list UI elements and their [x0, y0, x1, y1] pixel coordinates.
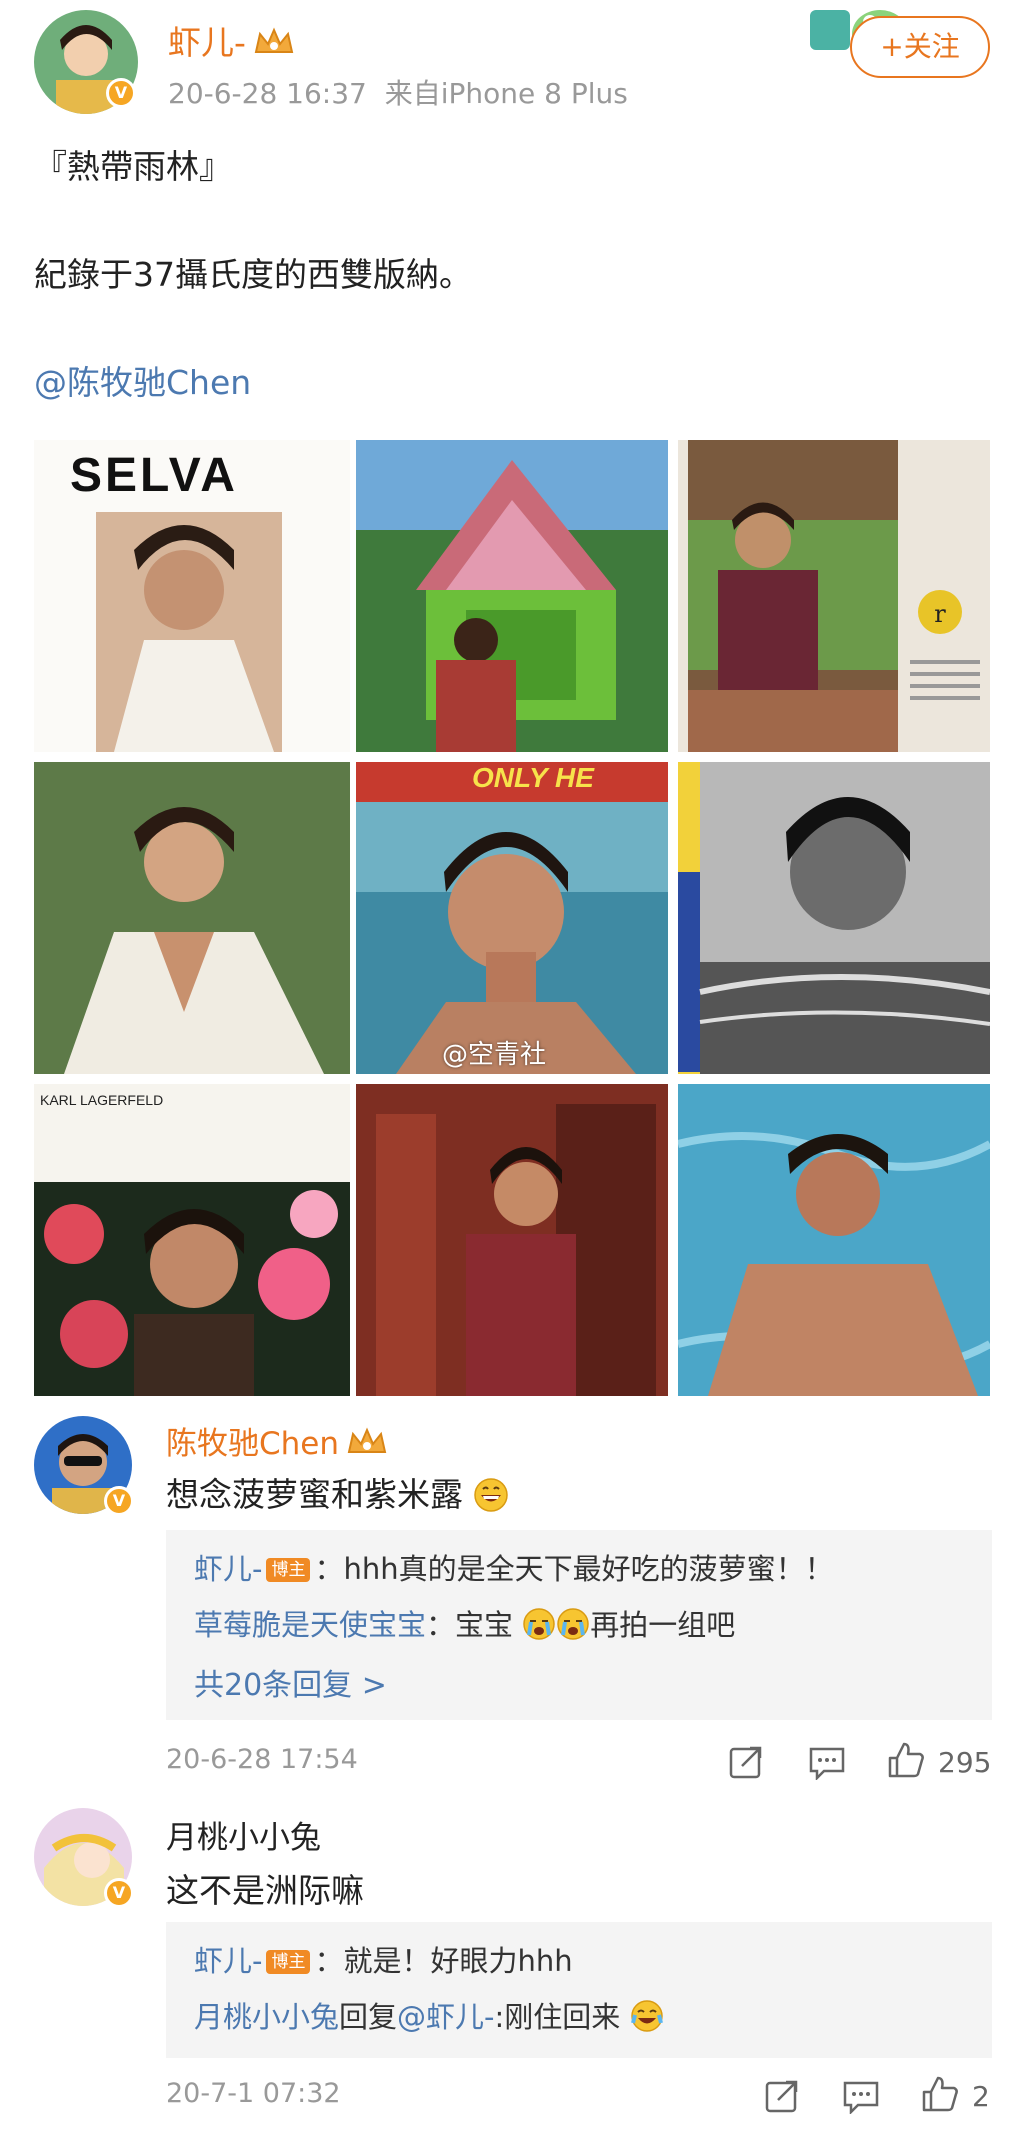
image-watermark: @空青社 — [442, 1040, 547, 1070]
reply-text: ：就是！好眼力hhh — [314, 1944, 573, 1978]
crying-emoji-icon — [523, 1608, 555, 1640]
crown-icon — [254, 27, 294, 53]
comment-2-author[interactable]: 月桃小小兔 — [166, 1812, 321, 1857]
comment-1-author-label: 陈牧驰Chen — [166, 1426, 340, 1462]
comment-2-replies: 虾儿- 博主 ：就是！好眼力hhh 月桃小小兔回复@虾儿-:刚住回来 — [166, 1922, 992, 2058]
like-icon[interactable] — [920, 2074, 960, 2114]
blogger-tag: 博主 — [266, 1558, 311, 1582]
reply-text: 回复 — [339, 2000, 398, 2034]
reply-author[interactable]: 草莓脆是天使宝宝 — [194, 1608, 426, 1642]
reply-text-2: 再拍一组吧 — [590, 1608, 736, 1642]
post-source: 来自iPhone 8 Plus — [384, 77, 628, 110]
post-mention-link[interactable]: @陈牧驰Chen — [34, 356, 251, 404]
laugh-cry-emoji-icon — [630, 2000, 663, 2032]
comment-2-date: 20-7-1 07:32 — [166, 2078, 341, 2109]
post-image-9[interactable] — [678, 1084, 990, 1396]
reply-text: ：hhh真的是全天下最好吃的菠萝蜜！！ — [314, 1552, 834, 1586]
comment-1-text: 想念菠萝蜜和紫米露 — [166, 1468, 508, 1516]
like-icon[interactable] — [886, 1740, 926, 1780]
post-image-7[interactable]: KARL LAGERFELD — [34, 1084, 350, 1396]
reply-mention[interactable]: @虾儿- — [397, 2000, 494, 2034]
comment-1-date: 20-6-28 17:54 — [166, 1744, 358, 1775]
reply-author[interactable]: 月桃小小兔 — [194, 2000, 339, 2034]
comment-1-author[interactable]: 陈牧驰Chen — [166, 1418, 389, 1463]
post-timestamp: 20-6-28 16:37 — [168, 77, 367, 110]
comment-2-verified-icon: V — [104, 1878, 134, 1908]
image-7-caption: KARL LAGERFELD — [40, 1092, 164, 1108]
comment-2-text: 这不是洲际嘛 — [166, 1871, 364, 1910]
reply-1-1[interactable]: 虾儿- 博主 ：hhh真的是全天下最好吃的菠萝蜜！！ — [194, 1546, 834, 1588]
follow-button[interactable]: +关注 — [850, 16, 990, 78]
crying-emoji-icon — [557, 1608, 589, 1640]
post-body-line: 紀錄于37攝氏度的西雙版納。 — [34, 255, 472, 294]
post-image-2[interactable] — [356, 440, 668, 752]
comment-icon[interactable] — [808, 1746, 846, 1780]
svg-text:r: r — [934, 600, 946, 628]
comment-1-like-count: 295 — [938, 1746, 992, 1779]
comment-2-like-count: 2 — [972, 2080, 990, 2113]
reply-2-2[interactable]: 月桃小小兔回复@虾儿-:刚住回来 — [194, 1994, 664, 2036]
reply-text: ：宝宝 — [426, 1608, 514, 1642]
post-author-name[interactable]: 虾儿- — [168, 16, 296, 64]
post-image-4[interactable] — [34, 762, 350, 1074]
reply-author[interactable]: 虾儿- — [194, 1552, 262, 1586]
image-5-caption: ONLY HE — [472, 762, 594, 793]
post-meta: 20-6-28 16:37 来自iPhone 8 Plus — [168, 72, 628, 112]
comment-1-verified-icon: V — [104, 1486, 134, 1516]
crown-icon — [347, 1427, 387, 1453]
reply-2-1[interactable]: 虾儿- 博主 ：就是！好眼力hhh — [194, 1938, 573, 1980]
post-author-label: 虾儿- — [168, 23, 246, 62]
post-image-3[interactable]: r — [678, 440, 990, 752]
share-icon[interactable] — [728, 1744, 764, 1780]
grin-emoji-icon — [473, 1478, 508, 1512]
reply-author[interactable]: 虾儿- — [194, 1944, 262, 1978]
verified-badge-icon: V — [106, 78, 136, 108]
post-image-8[interactable] — [356, 1084, 668, 1396]
comment-icon[interactable] — [842, 2080, 880, 2114]
post-image-5[interactable]: ONLY HE @空青社 — [356, 762, 668, 1074]
comment-1-replies: 虾儿- 博主 ：hhh真的是全天下最好吃的菠萝蜜！！ 草莓脆是天使宝宝：宝宝 再拍一… — [166, 1530, 992, 1720]
post-title-line: 『熱帶雨林』 — [34, 147, 232, 186]
post-image-6[interactable] — [678, 762, 990, 1074]
post-image-1[interactable]: SELVA — [34, 440, 350, 752]
more-replies-link[interactable]: 共20条回复 > — [194, 1660, 387, 1704]
reply-text-2: :刚住回来 — [494, 2000, 621, 2034]
blogger-tag: 博主 — [266, 1950, 311, 1974]
comment-1-text-label: 想念菠萝蜜和紫米露 — [166, 1475, 463, 1514]
reply-1-2[interactable]: 草莓脆是天使宝宝：宝宝 再拍一组吧 — [194, 1602, 735, 1644]
image-1-caption: SELVA — [70, 449, 238, 502]
share-icon[interactable] — [764, 2078, 800, 2114]
